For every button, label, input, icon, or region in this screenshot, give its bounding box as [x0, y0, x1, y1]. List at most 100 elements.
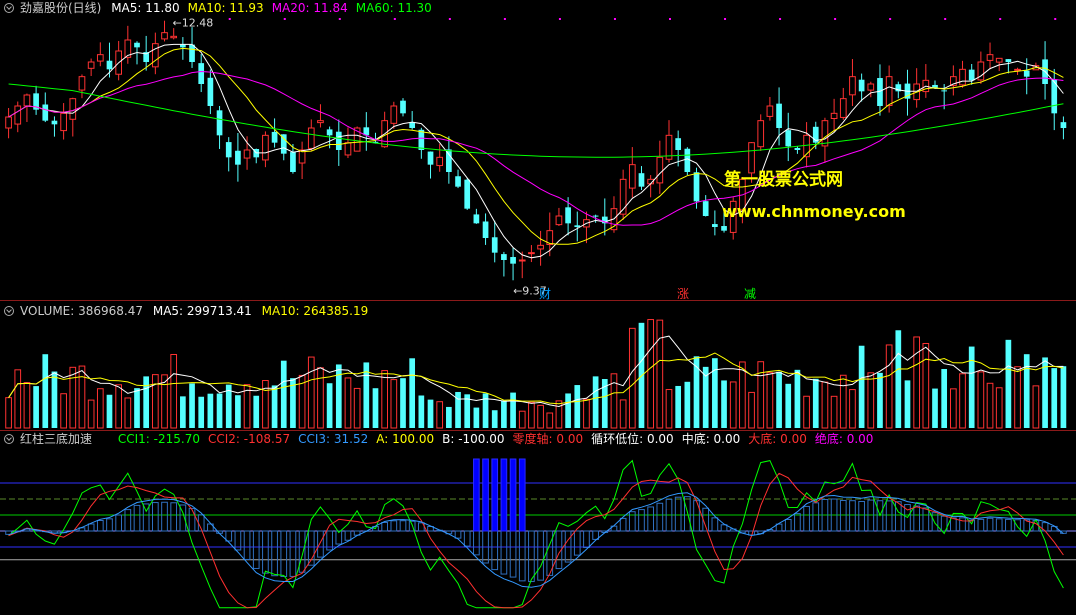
volume-bar — [427, 399, 434, 428]
candle-body — [271, 131, 278, 143]
candle-body — [675, 138, 682, 150]
histogram-bar — [225, 530, 233, 542]
histogram-bar — [1005, 518, 1012, 532]
volume-bar — [271, 385, 278, 428]
histogram-bar — [473, 530, 480, 556]
volume-bar — [409, 358, 416, 428]
volume-bar — [1060, 366, 1067, 428]
candle-body — [702, 201, 709, 216]
candle-body — [473, 214, 480, 224]
signal-dot — [558, 18, 561, 20]
volume-bar — [839, 374, 847, 429]
signal-pillar — [491, 458, 499, 532]
candlestick-chart[interactable]: ←12.48←9.37 — [0, 0, 1076, 300]
volume-bar — [1023, 354, 1030, 428]
volume-bar — [812, 378, 819, 428]
histogram-bar — [106, 518, 113, 532]
candle-body — [96, 54, 104, 62]
volume-bar — [473, 407, 480, 428]
indicator-param-value: 0.00 — [846, 432, 874, 446]
volume-value: 386968.47 — [78, 304, 144, 318]
volume-bar — [647, 319, 654, 429]
volume-bar — [180, 396, 186, 428]
candle-body — [968, 69, 975, 81]
volume-bar — [87, 399, 95, 429]
volume-panel[interactable]: VOLUME: 386968.47 MA5: 299713.41 MA10: 2… — [0, 301, 1076, 430]
volume-bar — [610, 373, 618, 429]
volume-bar — [23, 382, 31, 429]
candle-body — [821, 120, 829, 147]
candle-body — [207, 77, 214, 106]
volume-bar — [446, 406, 452, 428]
volume-bar — [235, 395, 241, 428]
indicator-param-label: 循环低位: — [591, 432, 647, 446]
candle-body — [446, 149, 452, 172]
indicator-panel[interactable]: 红柱三底加速 CCI1: -215.70 CCI2: -108.57 CCI3: 3… — [0, 431, 1076, 615]
candle-body — [51, 120, 58, 125]
volume-bar — [216, 393, 223, 428]
candle-body — [235, 150, 241, 165]
volume-ma10-label: MA10: — [261, 304, 304, 318]
candle-body — [455, 176, 461, 187]
histogram-bar — [885, 500, 893, 532]
panel-menu-icon[interactable] — [4, 3, 14, 13]
volume-legend: VOLUME: 386968.47 MA5: 299713.41 MA10: 2… — [4, 303, 374, 319]
candle-body — [510, 257, 516, 264]
volume-bar — [986, 382, 994, 429]
panel-menu-icon[interactable] — [4, 306, 14, 316]
high-price-label: ←12.48 — [173, 17, 214, 30]
histogram-bar — [583, 530, 590, 549]
volume-bar — [739, 361, 746, 429]
indicator-chart[interactable] — [0, 431, 1076, 615]
volume-bar — [280, 360, 287, 428]
volume-bar — [877, 372, 883, 428]
candle-body — [656, 156, 664, 184]
candle-body — [628, 164, 636, 189]
volume-bar — [592, 376, 599, 428]
indicator-param-label: 中底: — [681, 432, 714, 446]
candle-body — [995, 57, 1003, 63]
volume-bar — [491, 410, 498, 428]
candle-body — [501, 254, 507, 260]
indicator-param-label: 零度轴: — [512, 432, 557, 446]
histogram-bar — [638, 509, 645, 532]
histogram-bar — [133, 504, 141, 532]
volume-bar — [14, 369, 22, 429]
volume-ma5-value: 299713.41 — [186, 304, 252, 318]
signal-dot — [613, 18, 616, 20]
candle-body — [180, 44, 186, 48]
volume-bar — [207, 393, 214, 428]
volume-bar — [766, 372, 774, 429]
volume-bar — [60, 393, 67, 429]
volume-bar — [307, 356, 315, 429]
candle-body — [14, 105, 22, 125]
candle-body — [243, 149, 251, 159]
candle-body — [721, 226, 727, 231]
signal-dot — [448, 18, 451, 20]
ma-legend: MA5: 11.80 MA10: 11.93 MA20: 11.84 MA60: 11… — [111, 1, 440, 15]
watermark-title: 第一股票公式网 — [724, 170, 843, 190]
panel-menu-icon[interactable] — [4, 434, 14, 444]
volume-bar — [748, 391, 755, 429]
candle-body — [134, 42, 140, 48]
candle-body — [5, 116, 12, 129]
histogram-bar — [674, 496, 682, 532]
indicator-param-label: 大底: — [748, 432, 781, 446]
volume-chart[interactable] — [0, 301, 1076, 430]
indicator-param-value: 100.00 — [392, 432, 435, 446]
candle-body — [390, 105, 398, 124]
volume-bar — [794, 369, 801, 428]
signal-dot — [503, 18, 506, 20]
volume-bar — [372, 388, 379, 428]
candle-body — [528, 252, 535, 255]
volume-ma5-label: MA5: — [152, 304, 187, 318]
volume-bar — [381, 370, 388, 429]
histogram-bar — [711, 517, 719, 532]
volume-bar — [721, 380, 727, 428]
histogram-bar — [124, 509, 132, 532]
signal-pillar — [518, 458, 526, 532]
price-panel[interactable]: 劲嘉股份(日线) MA5: 11.80 MA10: 11.93 MA20: 11.8… — [0, 0, 1076, 301]
volume-bar — [546, 412, 554, 429]
candle-body — [867, 83, 875, 91]
price-legend: 劲嘉股份(日线) MA5: 11.80 MA10: 11.93 MA20: 11.8… — [4, 0, 446, 16]
